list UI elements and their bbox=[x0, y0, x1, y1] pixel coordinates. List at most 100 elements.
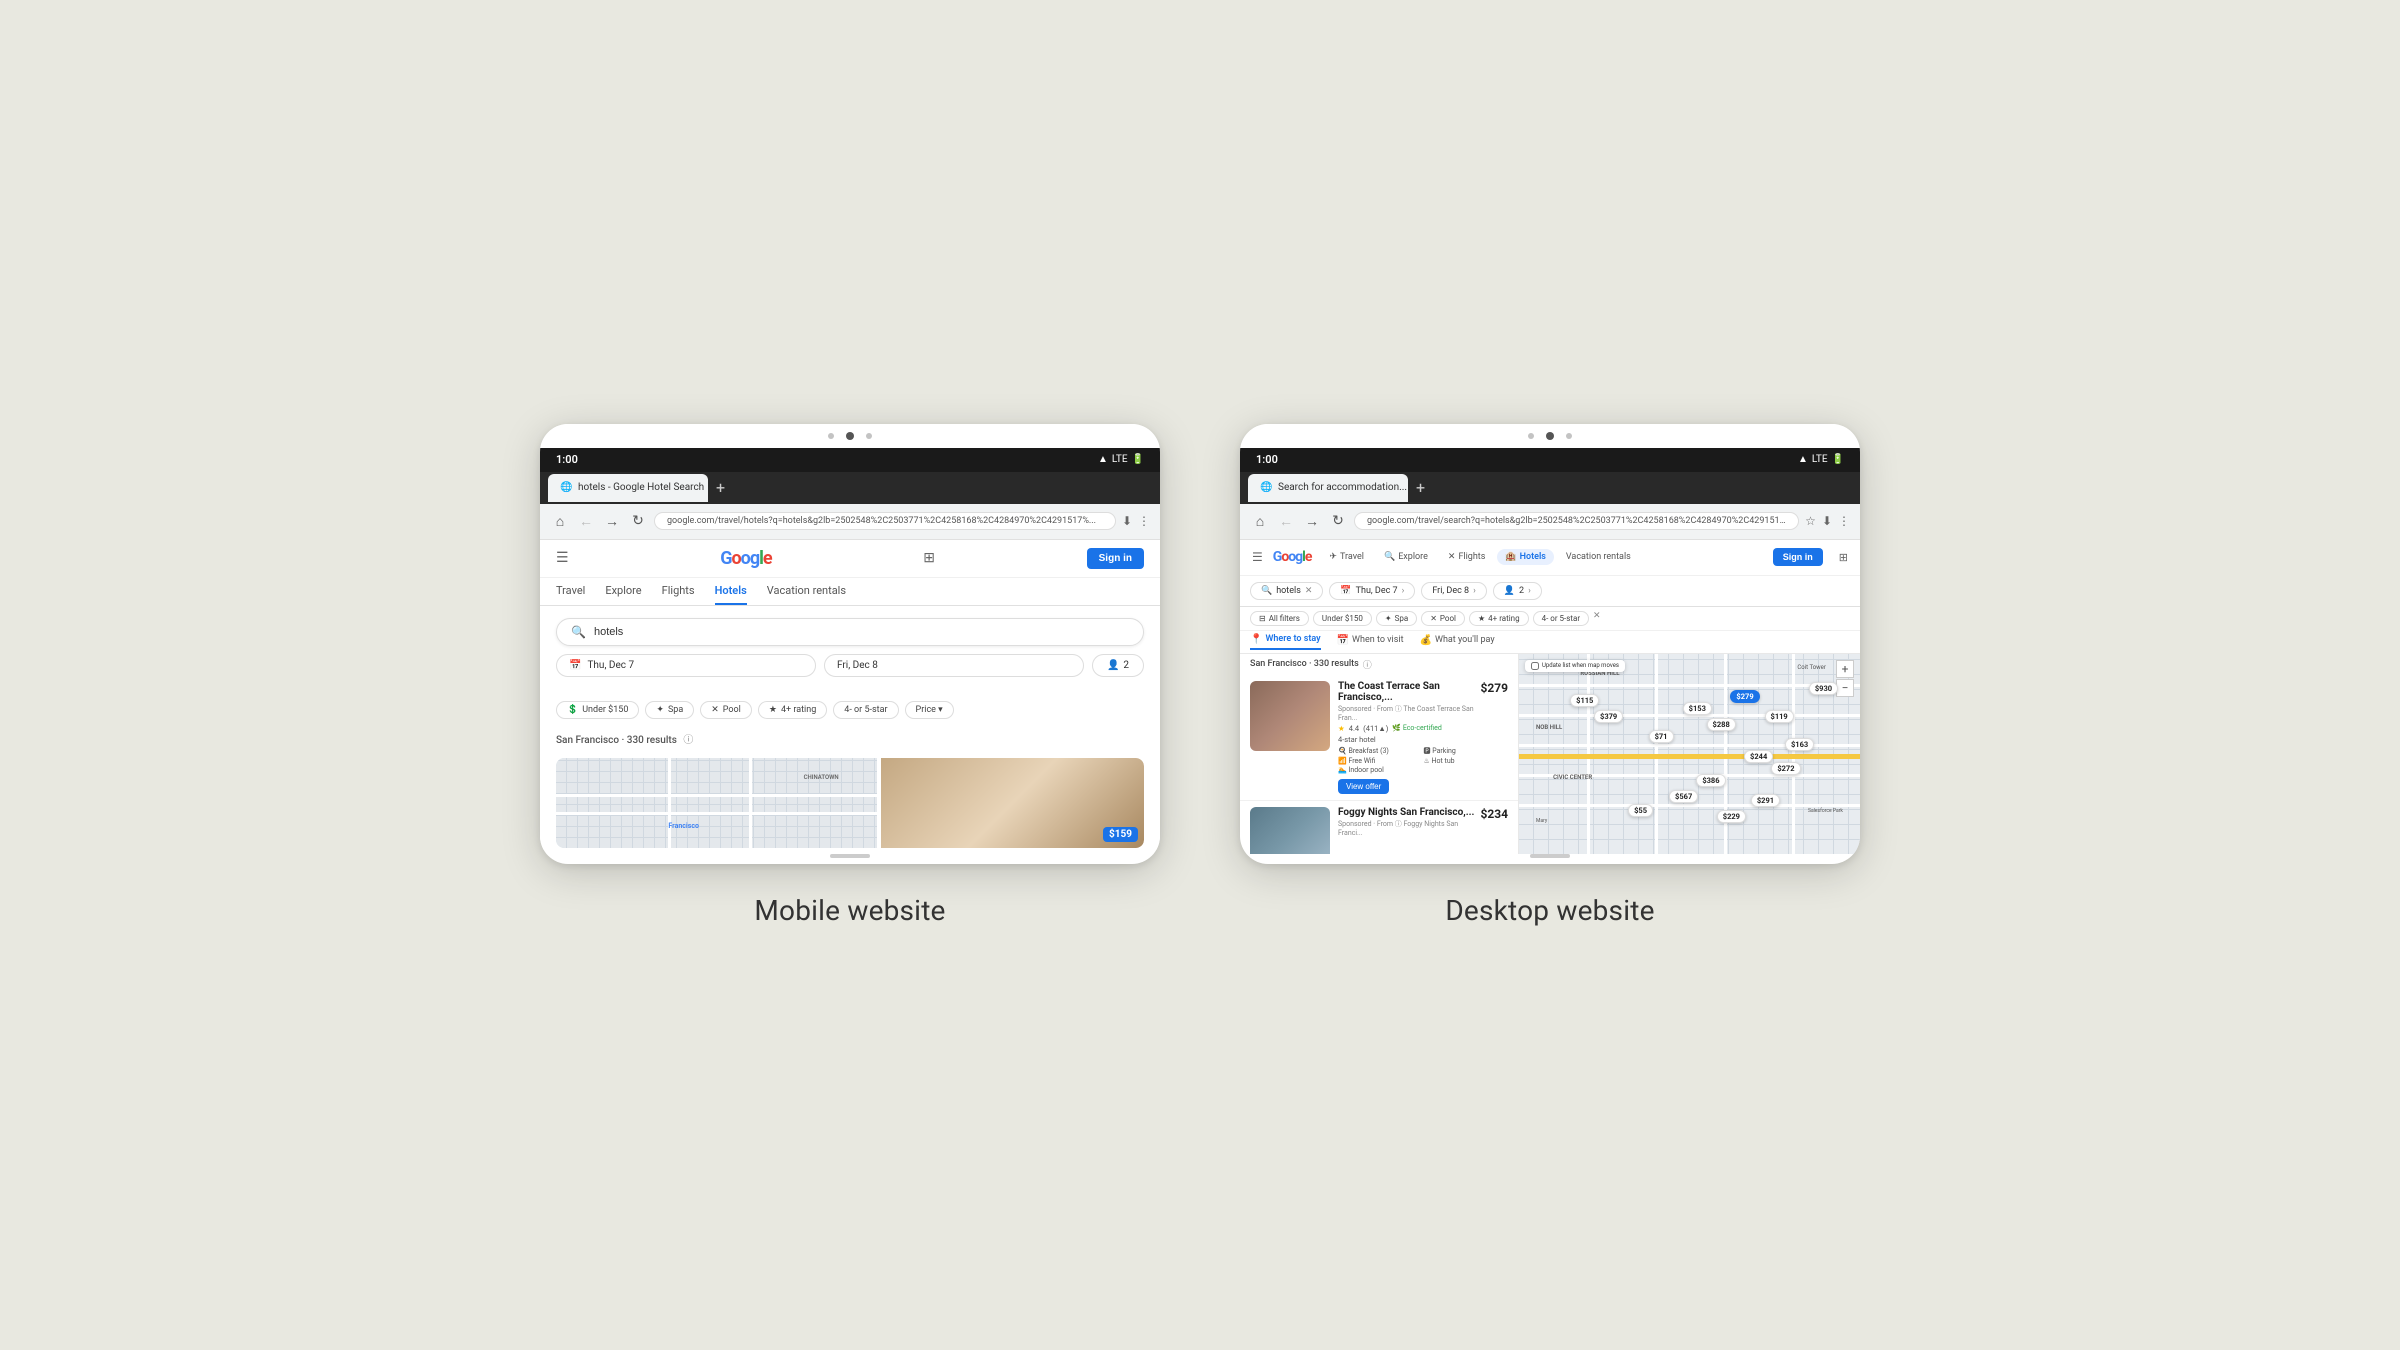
mobile-hotel-card[interactable]: CHINATOWN Francisco $159 The Goldrush In bbox=[540, 750, 1160, 850]
desktop-new-tab-button[interactable]: + bbox=[1416, 478, 1425, 497]
mobile-nav-flights[interactable]: Flights bbox=[662, 584, 695, 605]
desktop-filter-all[interactable]: ⊟ All filters bbox=[1250, 611, 1309, 626]
mobile-address-bar[interactable]: google.com/travel/hotels?q=hotels&g2lb=2… bbox=[654, 512, 1116, 530]
mobile-checkout-pill[interactable]: Fri, Dec 8 bbox=[824, 654, 1084, 677]
mobile-nav-back-icon[interactable]: ← bbox=[576, 513, 596, 530]
mobile-spa-icon: ✦ bbox=[656, 705, 664, 715]
desktop-tab-where[interactable]: 📍 Where to stay bbox=[1250, 634, 1321, 650]
desktop-tab-where-label: Where to stay bbox=[1265, 634, 1320, 644]
mobile-guests-pill[interactable]: 👤 2 bbox=[1092, 654, 1144, 677]
mobile-menu-icon[interactable]: ⋮ bbox=[1138, 514, 1150, 528]
desktop-nav-travel[interactable]: ✈ Travel bbox=[1321, 549, 1372, 565]
desktop-hotel-img-1 bbox=[1250, 681, 1330, 751]
desktop-search-pill[interactable]: 🔍 hotels ✕ bbox=[1250, 582, 1323, 600]
map-pin-119[interactable]: $119 bbox=[1765, 710, 1794, 723]
map-pin-288[interactable]: $288 bbox=[1707, 718, 1736, 731]
map-pin-930[interactable]: $930 bbox=[1809, 682, 1838, 695]
desktop-checkin-pill[interactable]: 📅 Thu, Dec 7 › bbox=[1329, 582, 1415, 600]
mobile-nav-forward-icon[interactable]: → bbox=[602, 513, 622, 530]
mobile-nav-home-icon[interactable]: ⌂ bbox=[550, 513, 570, 530]
desktop-filter-stars[interactable]: 4- or 5-star bbox=[1533, 611, 1589, 626]
desktop-nav-vacation[interactable]: Vacation rentals bbox=[1558, 549, 1639, 565]
map-pin-379[interactable]: $379 bbox=[1594, 710, 1623, 723]
mobile-download-icon[interactable]: ⬇ bbox=[1122, 514, 1132, 528]
desktop-results-text: San Francisco · 330 results bbox=[1250, 659, 1359, 669]
mobile-nav-refresh-icon[interactable]: ↻ bbox=[628, 513, 648, 529]
mobile-nav-bar: ⌂ ← → ↻ google.com/travel/hotels?q=hotel… bbox=[540, 504, 1160, 540]
map-pin-279[interactable]: $279 bbox=[1730, 690, 1759, 703]
desktop-zoom-out-button[interactable]: − bbox=[1836, 679, 1854, 697]
map-pin-272[interactable]: $272 bbox=[1771, 762, 1800, 775]
desktop-guests-pill[interactable]: 👤 2 › bbox=[1493, 582, 1542, 600]
mobile-nav-explore[interactable]: Explore bbox=[605, 584, 641, 605]
mobile-filter-price[interactable]: 💲 Under $150 bbox=[556, 701, 639, 719]
desktop-zoom-in-button[interactable]: + bbox=[1836, 660, 1854, 678]
desktop-travel-nav: ✈ Travel 🔍 Explore ✕ Flights 🏨 Hotels Va… bbox=[1321, 549, 1638, 565]
mobile-filter-rating[interactable]: ★ 4+ rating bbox=[758, 701, 827, 719]
mobile-nav-travel[interactable]: Travel bbox=[556, 584, 585, 605]
mobile-new-tab-button[interactable]: + bbox=[716, 478, 725, 497]
desktop-filter-spa[interactable]: ✦ Spa bbox=[1376, 611, 1417, 626]
mobile-hamburger-icon[interactable]: ☰ bbox=[556, 550, 569, 566]
map-pin-567[interactable]: $567 bbox=[1669, 790, 1698, 803]
mobile-checkin-pill[interactable]: 📅 Thu, Dec 7 bbox=[556, 654, 816, 677]
mobile-grid-icon[interactable]: ⊞ bbox=[923, 550, 935, 566]
desktop-map-update-checkbox[interactable] bbox=[1531, 662, 1539, 670]
desktop-hotel-card-1[interactable]: The Coast Terrace San Francisco,... Spon… bbox=[1240, 675, 1518, 801]
map-pin-153[interactable]: $153 bbox=[1683, 702, 1712, 715]
desktop-hotel-price-1: $279 bbox=[1480, 681, 1508, 695]
desktop-menu-icon[interactable]: ⋮ bbox=[1838, 514, 1850, 528]
mobile-filter-label-stars: 4- or 5-star bbox=[844, 705, 887, 715]
desktop-tab-price[interactable]: 💰 What you'll pay bbox=[1420, 634, 1495, 650]
desktop-checkout-arrow: › bbox=[1473, 586, 1476, 596]
map-pin-291[interactable]: $291 bbox=[1751, 794, 1780, 807]
desktop-hamburger-icon[interactable]: ☰ bbox=[1252, 550, 1263, 564]
desktop-filter-more-icon[interactable]: ✕ bbox=[1593, 611, 1601, 626]
mobile-nav-hotels[interactable]: Hotels bbox=[715, 584, 747, 605]
desktop-map-update-ctrl[interactable]: Update list when map moves bbox=[1525, 660, 1625, 672]
desktop-tab-when[interactable]: 📅 When to visit bbox=[1337, 634, 1404, 650]
desktop-amenity-breakfast: 🍳 Breakfast (3) bbox=[1338, 746, 1423, 756]
desktop-filter-pool[interactable]: ✕ Pool bbox=[1421, 611, 1465, 626]
mobile-nav-vacation[interactable]: Vacation rentals bbox=[767, 584, 846, 605]
desktop-amenities-1: 🍳 Breakfast (3) 🅿 Parking 📶 Free Wifi ♨ … bbox=[1338, 746, 1508, 774]
desktop-filter-rating[interactable]: ★ 4+ rating bbox=[1469, 611, 1529, 626]
mobile-filter-stars[interactable]: 4- or 5-star bbox=[833, 701, 898, 719]
desktop-nav-flights[interactable]: ✕ Flights bbox=[1440, 549, 1494, 565]
desktop-grid-icon[interactable]: ⊞ bbox=[1839, 551, 1848, 564]
map-pin-71[interactable]: $71 bbox=[1649, 730, 1674, 743]
desktop-star-class-row-1: 4-star hotel bbox=[1338, 735, 1480, 744]
map-pin-115[interactable]: $115 bbox=[1570, 694, 1599, 707]
mobile-filter-pool[interactable]: ✕ Pool bbox=[700, 701, 752, 719]
desktop-nav-hotels[interactable]: 🏨 Hotels bbox=[1497, 549, 1554, 565]
mobile-active-tab[interactable]: 🌐 hotels - Google Hotel Search ✕ bbox=[548, 474, 708, 502]
desktop-filter-all-icon: ⊟ bbox=[1259, 614, 1266, 623]
desktop-hotel-card-2[interactable]: Foggy Nights San Francisco,... Sponsored… bbox=[1240, 801, 1518, 854]
map-pin-163[interactable]: $163 bbox=[1785, 738, 1814, 751]
desktop-nav-back-icon[interactable]: ← bbox=[1276, 513, 1296, 530]
desktop-nav-home-icon[interactable]: ⌂ bbox=[1250, 513, 1270, 530]
desktop-bookmark-icon[interactable]: ☆ bbox=[1805, 514, 1816, 528]
desktop-checkout-pill[interactable]: Fri, Dec 8 › bbox=[1421, 582, 1487, 600]
desktop-address-bar[interactable]: google.com/travel/search?q=hotels&g2lb=2… bbox=[1354, 512, 1799, 530]
mobile-filter-more[interactable]: Price ▾ bbox=[905, 701, 954, 719]
desktop-download-icon[interactable]: ⬇ bbox=[1822, 514, 1832, 528]
desktop-nav-explore[interactable]: 🔍 Explore bbox=[1376, 549, 1436, 565]
mobile-search-box[interactable]: 🔍 bbox=[556, 618, 1144, 646]
mobile-sign-in-button[interactable]: Sign in bbox=[1087, 548, 1144, 569]
mobile-search-input[interactable] bbox=[594, 626, 1129, 638]
desktop-filter-price[interactable]: Under $150 bbox=[1313, 611, 1372, 626]
desktop-sign-in-button[interactable]: Sign in bbox=[1773, 548, 1823, 566]
desktop-stars-icon-1: ★ bbox=[1338, 724, 1345, 733]
desktop-active-tab[interactable]: 🌐 Search for accommodation... ✕ bbox=[1248, 474, 1408, 502]
mobile-filter-spa[interactable]: ✦ Spa bbox=[645, 701, 694, 719]
map-pin-229[interactable]: $229 bbox=[1717, 810, 1746, 823]
desktop-view-offer-button-1[interactable]: View offer bbox=[1338, 779, 1389, 794]
desktop-search-clear-icon[interactable]: ✕ bbox=[1305, 586, 1313, 596]
map-pin-55[interactable]: $55 bbox=[1628, 804, 1653, 817]
desktop-nav-refresh-icon[interactable]: ↻ bbox=[1328, 513, 1348, 529]
mobile-hotel-map-image: CHINATOWN Francisco bbox=[556, 758, 877, 848]
map-pin-386[interactable]: $386 bbox=[1696, 774, 1725, 787]
desktop-nav-forward-icon[interactable]: → bbox=[1302, 513, 1322, 530]
map-pin-244[interactable]: $244 bbox=[1744, 750, 1773, 763]
